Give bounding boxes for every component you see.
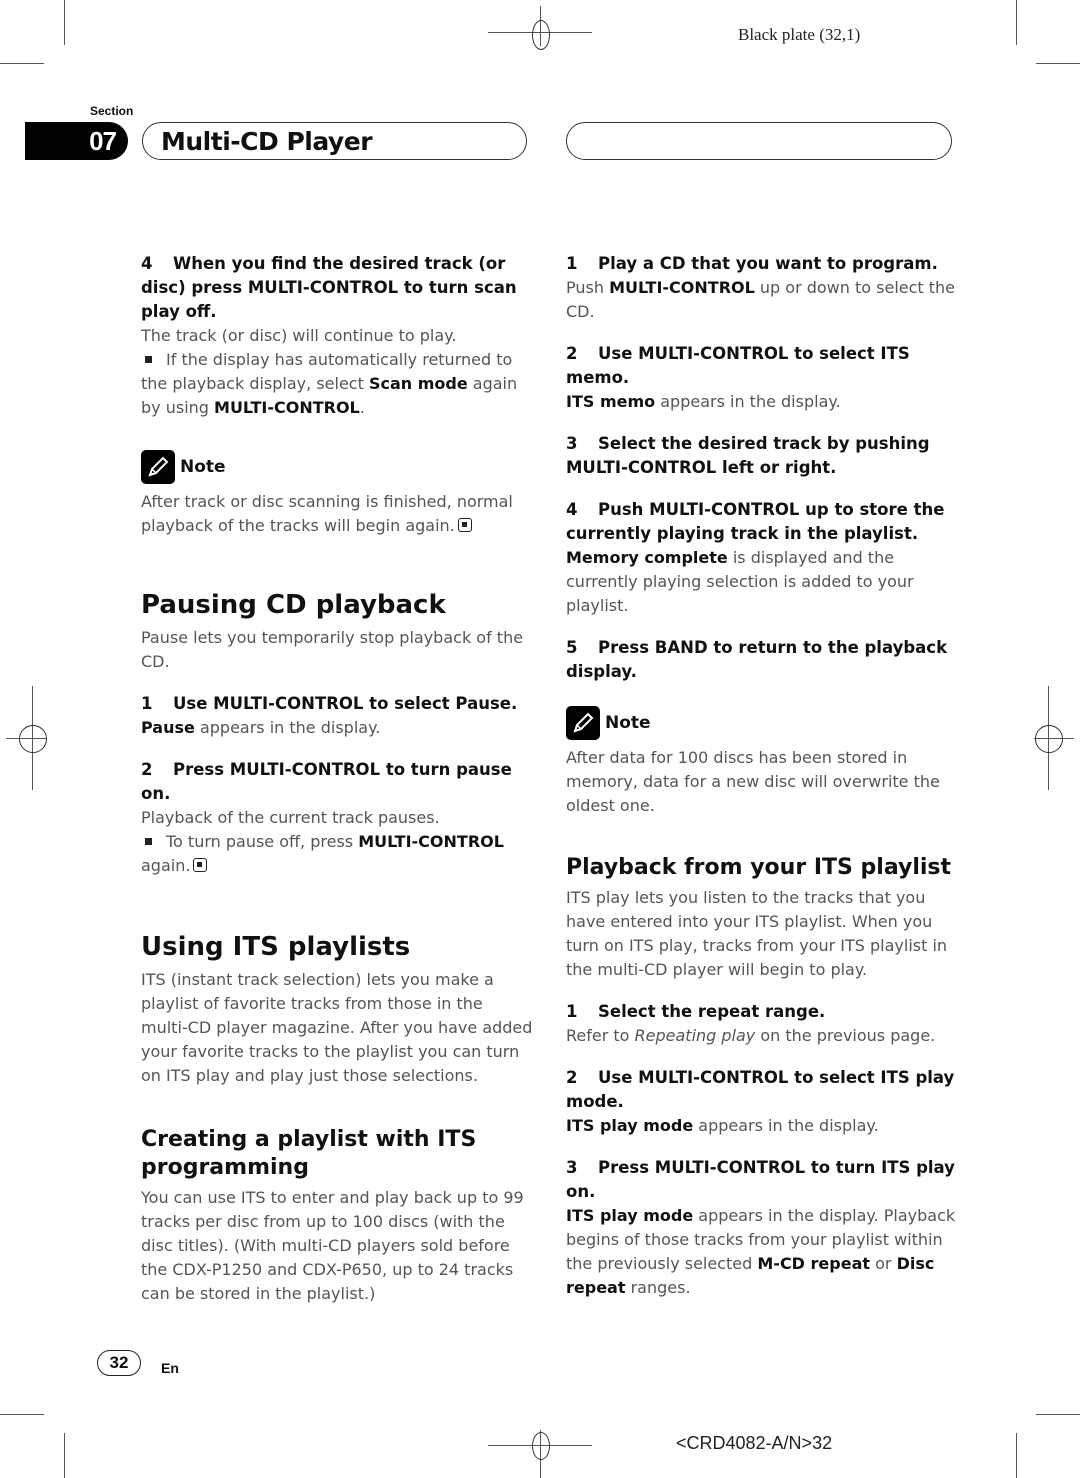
crop-mark — [1036, 63, 1080, 64]
section-number: 07 — [25, 122, 128, 160]
prog-step-1: 1 Play a CD that you want to program. — [566, 254, 938, 273]
pause-step-2: 2 Press MULTI-CONTROL to turn pause on. — [141, 760, 512, 803]
crop-mark — [0, 63, 44, 64]
play-step-2: 2 Use MULTI-CONTROL to select ITS play mo… — [566, 1068, 955, 1111]
crop-mark — [64, 1433, 65, 1478]
creating-intro: You can use ITS to enter and play back u… — [141, 1188, 524, 1303]
play-step-1: 1 Select the repeat range. — [566, 1002, 826, 1021]
note-header: Note — [566, 706, 958, 740]
playback-intro: ITS play lets you listen to the tracks t… — [566, 888, 948, 979]
crop-mark — [64, 0, 65, 45]
end-mark-icon — [193, 858, 208, 872]
note-label: Note — [180, 457, 226, 477]
step-body: Playback of the current track pauses. — [141, 808, 440, 827]
pausing-intro: Pause lets you temporarily stop playback… — [141, 628, 524, 671]
registration-mark-bottom — [488, 1430, 592, 1478]
step-body: Pause appears in the display. — [141, 718, 381, 737]
note-text: After track or disc scanning is finished… — [141, 492, 513, 535]
blank-title-box — [566, 122, 952, 160]
chapter-title-box: Multi-CD Player — [142, 122, 527, 160]
scan-step-4: 4 When you find the desired track (or dis… — [141, 254, 517, 321]
step-body: Refer to Repeating play on the previous … — [566, 1026, 936, 1045]
page-number: 32 — [97, 1350, 141, 1376]
heading-its: Using ITS playlists — [141, 932, 411, 962]
registration-mark-right — [1034, 686, 1074, 790]
registration-mark-top — [488, 6, 592, 50]
step-body: ITS play mode appears in the display. Pl… — [566, 1206, 956, 1297]
chapter-title: Multi-CD Player — [161, 126, 373, 156]
prog-step-5: 5 Press BAND to return to the playback di… — [566, 638, 948, 681]
bullet-icon — [145, 838, 152, 845]
doc-code: <CRD4082-A/N>32 — [676, 1433, 833, 1453]
section-label: Section — [90, 104, 134, 118]
note-text: After data for 100 discs has been stored… — [566, 748, 940, 815]
note-label: Note — [605, 713, 651, 733]
bullet-item: If the display has automatically returne… — [141, 350, 518, 417]
step-body: ITS memo appears in the display. — [566, 392, 841, 411]
pencil-note-icon — [566, 706, 600, 740]
crop-mark — [1016, 1433, 1017, 1478]
crop-mark — [1036, 1414, 1080, 1415]
step-body: ITS play mode appears in the display. — [566, 1116, 879, 1135]
crop-mark — [0, 1414, 44, 1415]
plate-label: Black plate (32,1) — [738, 25, 861, 44]
prog-step-3: 3 Select the desired track by pushing MUL… — [566, 434, 930, 477]
step-title: When you find the desired track (or disc… — [141, 254, 517, 321]
bullet-item: To turn pause off, press MULTI-CONTROL a… — [141, 832, 504, 875]
right-column: 1 Play a CD that you want to program. Pus… — [566, 252, 958, 1300]
bullet-icon — [145, 356, 152, 363]
language-label: En — [161, 1360, 179, 1376]
step-body: Memory complete is displayed and the cur… — [566, 548, 914, 615]
left-column: 4 When you find the desired track (or dis… — [141, 252, 533, 1306]
crop-mark — [1016, 0, 1017, 45]
pause-step-1: 1 Use MULTI-CONTROL to select Pause. — [141, 694, 518, 713]
end-mark-icon — [457, 518, 472, 532]
prog-step-4: 4 Push MULTI-CONTROL up to store the curr… — [566, 500, 945, 543]
note-header: Note — [141, 450, 533, 484]
step-body: Push MULTI-CONTROL up or down to select … — [566, 278, 956, 321]
play-step-3: 3 Press MULTI-CONTROL to turn ITS play on… — [566, 1158, 955, 1201]
heading-playback: Playback from your ITS playlist — [566, 855, 952, 880]
its-intro: ITS (instant track selection) lets you m… — [141, 970, 533, 1085]
prog-step-2: 2 Use MULTI-CONTROL to select ITS memo. — [566, 344, 910, 387]
registration-mark-left — [6, 686, 47, 790]
heading-creating: Creating a playlist with ITS programming — [141, 1127, 477, 1180]
pencil-note-icon — [141, 450, 175, 484]
step-body: The track (or disc) will continue to pla… — [141, 326, 457, 345]
heading-pausing: Pausing CD playback — [141, 590, 446, 620]
